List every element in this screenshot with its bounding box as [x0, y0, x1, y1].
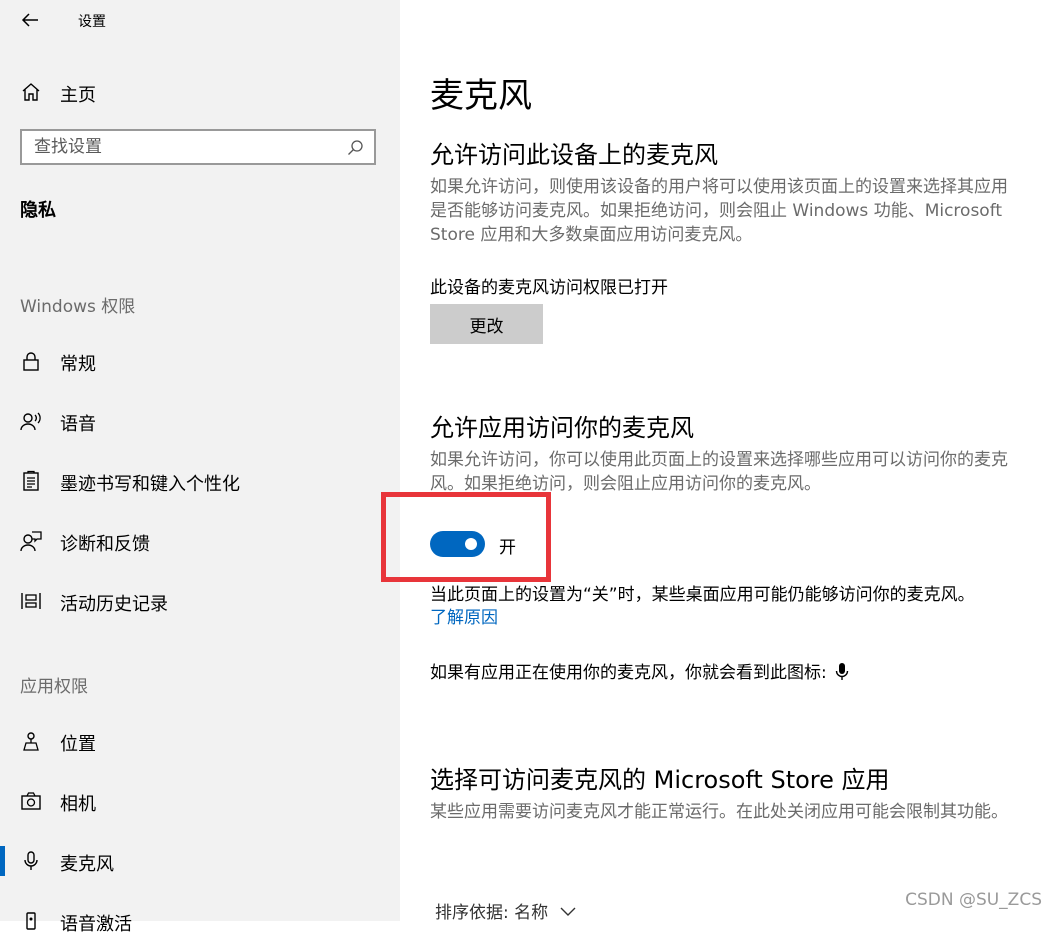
sidebar-item-label: 相机 [60, 794, 96, 815]
back-arrow-icon[interactable] [18, 8, 42, 32]
app-access-heading: 允许应用访问你的麦克风 [430, 414, 694, 442]
sidebar: 设置 主页 隐私 Windows 权限 常规 语音 [0, 0, 400, 935]
clipboard-icon [23, 470, 39, 491]
desktop-apps-note: 当此页面上的设置为“关”时，某些桌面应用可能仍能够访问你的麦克风。 [430, 585, 975, 605]
search-input[interactable] [34, 135, 334, 159]
device-icon [26, 912, 36, 930]
toggle-knob [465, 538, 477, 550]
microphone-indicator-icon [835, 663, 848, 680]
watermark: CSDN @SU_ZCS [905, 890, 1042, 910]
sidebar-item-diagnostics[interactable]: 诊断和反馈 [0, 518, 400, 564]
device-access-heading: 允许访问此设备上的麦克风 [430, 141, 718, 169]
sort-label: 排序依据: 名称 [435, 903, 549, 923]
learn-why-link[interactable]: 了解原因 [430, 603, 498, 628]
sidebar-item-label: 麦克风 [60, 854, 114, 875]
sidebar-item-general[interactable]: 常规 [0, 338, 400, 384]
home-icon [22, 83, 40, 101]
sidebar-item-label: 活动历史记录 [60, 594, 168, 615]
lock-icon [23, 352, 39, 371]
sidebar-item-location[interactable]: 位置 [0, 718, 400, 764]
microphone-icon [24, 851, 38, 870]
device-access-status: 此设备的麦克风访问权限已打开 [430, 278, 668, 298]
page-title: 麦克风 [430, 76, 532, 116]
app-access-description: 如果允许访问，你可以使用此页面上的设置来选择哪些应用可以访问你的麦克风。如果拒绝… [430, 450, 1008, 494]
sidebar-item-label: 主页 [60, 85, 96, 106]
camera-icon [21, 792, 41, 810]
sidebar-item-label: 常规 [60, 354, 96, 375]
sidebar-item-label: 诊断和反馈 [60, 534, 150, 555]
section-title-privacy: 隐私 [20, 200, 56, 221]
change-button[interactable]: 更改 [430, 304, 543, 344]
toggle-state-label: 开 [499, 538, 516, 558]
title-bar: 设置 [0, 0, 400, 40]
timeline-icon [21, 593, 41, 609]
sidebar-item-microphone[interactable]: 麦克风 [0, 838, 400, 884]
sidebar-item-voice-activation[interactable]: 语音激活 [0, 898, 400, 944]
device-access-description: 如果允许访问，则使用该设备的用户将可以使用该页面上的设置来选择其应用是否能够访问… [430, 177, 1008, 245]
sort-dropdown[interactable]: 排序依据: 名称 [435, 898, 576, 923]
store-apps-heading: 选择可访问麦克风的 Microsoft Store 应用 [430, 766, 890, 794]
active-indicator [0, 846, 5, 876]
location-person-icon [23, 732, 39, 751]
group-header-apps: 应用权限 [20, 677, 88, 697]
sidebar-item-inking[interactable]: 墨迹书写和键入个性化 [0, 458, 400, 504]
main-content: 麦克风 允许访问此设备上的麦克风 如果允许访问，则使用该设备的用户将可以使用该页… [381, 0, 1058, 923]
icon-note-text: 如果有应用正在使用你的麦克风，你就会看到此图标: [430, 663, 827, 683]
person-feedback-icon [20, 531, 42, 552]
app-access-toggle[interactable] [430, 531, 485, 557]
icon-note: 如果有应用正在使用你的麦克风，你就会看到此图标: [430, 658, 849, 683]
search-box[interactable] [20, 129, 376, 165]
search-icon[interactable] [346, 139, 364, 157]
store-apps-description: 某些应用需要访问麦克风才能正常运行。在此处关闭应用可能会限制其功能。 [430, 802, 1008, 822]
sidebar-item-speech[interactable]: 语音 [0, 398, 400, 444]
window-title: 设置 [78, 14, 106, 30]
sidebar-item-label: 位置 [60, 734, 96, 755]
chevron-down-icon [560, 907, 576, 916]
sidebar-item-label: 墨迹书写和键入个性化 [60, 474, 240, 495]
sidebar-item-activity-history[interactable]: 活动历史记录 [0, 578, 400, 624]
sidebar-item-label: 语音 [60, 414, 96, 435]
sidebar-item-home[interactable]: 主页 [0, 72, 400, 112]
sidebar-item-label: 语音激活 [60, 914, 132, 935]
group-header-windows: Windows 权限 [20, 297, 136, 317]
sidebar-item-camera[interactable]: 相机 [0, 778, 400, 824]
speech-icon [20, 412, 41, 431]
